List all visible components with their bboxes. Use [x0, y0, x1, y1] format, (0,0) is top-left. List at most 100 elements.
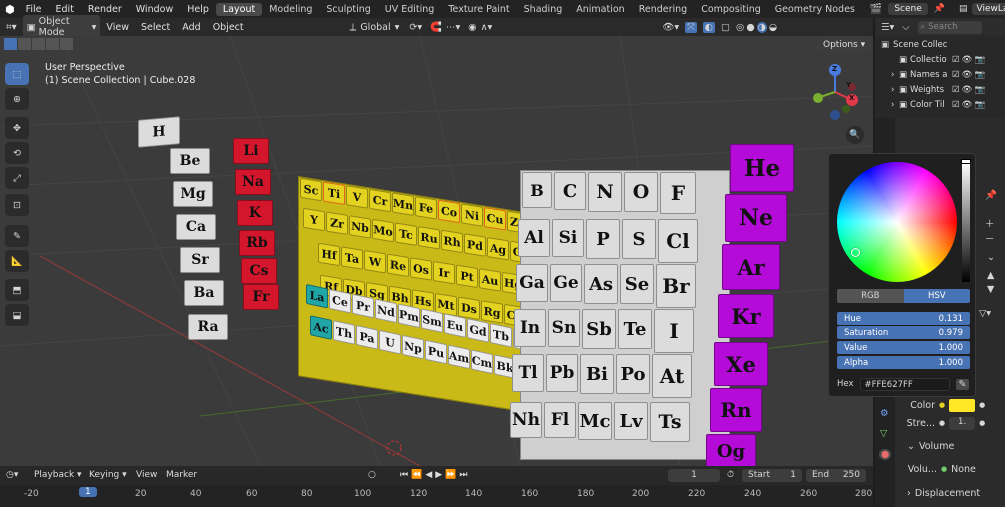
tab-rendering[interactable]: Rendering — [632, 3, 695, 16]
outliner-row-scene[interactable]: ▣ Scene Collec — [875, 38, 1005, 52]
outliner-row-4[interactable]: › ▣ Color Til ☑ 👁 📷 — [875, 98, 1005, 112]
menu-timeline-view[interactable]: View — [136, 470, 157, 480]
menu-select[interactable]: Select — [135, 22, 176, 33]
tab-hsv[interactable]: HSV — [903, 289, 970, 303]
element-ru[interactable]: Ru — [418, 226, 440, 250]
next-keyframe-icon[interactable]: ⏩ — [445, 470, 459, 480]
element-sc[interactable]: Sc — [300, 177, 322, 202]
element-pt[interactable]: Pt — [456, 264, 478, 289]
outliner-row-2[interactable]: › ▣ Names a ☑ 👁 📷 — [875, 68, 1005, 82]
element-ir[interactable]: Ir — [433, 260, 455, 285]
cursor-tool[interactable]: ⊕ — [5, 88, 29, 110]
menu-add[interactable]: Add — [176, 22, 206, 33]
add-object-tool[interactable]: ⬓ — [5, 304, 29, 326]
tab-shading[interactable]: Shading — [517, 3, 570, 16]
annotate-tool[interactable]: ✎ — [5, 225, 29, 247]
element-rh[interactable]: Rh — [441, 229, 463, 254]
add-cube-tool[interactable]: ⬒ — [5, 279, 29, 301]
menu-window[interactable]: Window — [129, 4, 180, 15]
prev-keyframe-icon[interactable]: ⏪ — [411, 470, 425, 480]
element-as[interactable]: As — [584, 264, 618, 304]
tab-uv-editing[interactable]: UV Editing — [378, 3, 442, 16]
orientation-selector[interactable]: Global — [356, 22, 394, 33]
eyedropper-icon[interactable]: ✎ — [955, 378, 970, 390]
move-up-icon[interactable]: ▲ — [987, 270, 994, 281]
strength-field[interactable]: 1. — [949, 416, 976, 430]
select-extend-icon[interactable] — [18, 38, 31, 50]
select-new-icon[interactable] — [4, 38, 17, 50]
element-lv[interactable]: Lv — [614, 402, 648, 440]
element-f[interactable]: F — [660, 172, 696, 214]
hue-field[interactable]: Hue 0.131 — [837, 312, 970, 325]
displacement-section[interactable]: › Displacement — [907, 488, 980, 499]
element-ne[interactable]: Ne — [725, 194, 787, 242]
element-w[interactable]: W — [364, 249, 386, 274]
outliner-search-input[interactable]: ⌕ Search — [917, 20, 982, 34]
element-be[interactable]: Be — [170, 148, 210, 174]
value-slider[interactable] — [962, 162, 970, 282]
eye-icon[interactable]: 👁 — [962, 70, 973, 80]
menu-help[interactable]: Help — [180, 4, 216, 15]
record-icon[interactable]: ○ — [368, 470, 376, 480]
element-nh[interactable]: Nh — [510, 402, 542, 438]
chevron-down-icon[interactable]: ⌄ — [987, 252, 995, 263]
element-sn[interactable]: Sn — [548, 309, 580, 347]
volume-value[interactable]: None — [951, 464, 976, 475]
start-frame-field[interactable]: Start 1 — [742, 469, 802, 482]
element-ag[interactable]: Ag — [487, 237, 509, 261]
menu-render[interactable]: Render — [81, 4, 129, 15]
volume-section[interactable]: ⌄ Volume — [907, 441, 954, 452]
timeline-editor-icon[interactable]: ◷▾ — [6, 470, 18, 480]
decorator-dot-icon[interactable]: ● — [979, 419, 985, 427]
element-c[interactable]: C — [554, 172, 586, 210]
checkbox-icon[interactable]: ☑ — [952, 100, 960, 110]
element-kr[interactable]: Kr — [718, 294, 774, 338]
element-pb[interactable]: Pb — [546, 354, 578, 392]
element-i[interactable]: I — [654, 309, 694, 353]
outliner-row-1[interactable]: ▣ Collectio ☑ 👁 📷 — [875, 53, 1005, 67]
checkbox-icon[interactable]: ☑ — [952, 70, 960, 80]
element-pd[interactable]: Pd — [464, 233, 486, 257]
element-n[interactable]: N — [588, 172, 622, 212]
stopwatch-icon[interactable]: ⏱ — [727, 470, 734, 480]
element-rb[interactable]: Rb — [239, 230, 275, 256]
element-hf[interactable]: Hf — [318, 242, 340, 267]
element-re[interactable]: Re — [387, 253, 409, 278]
color-swatch[interactable] — [949, 398, 976, 412]
checkbox-icon[interactable]: ☑ — [952, 55, 960, 65]
3d-viewport[interactable]: ⬚ ⊕ ✥ ⟲ ⤢ ⊡ ✎ 📐 ⬒ ⬓ User Perspective (1)… — [0, 36, 873, 466]
menu-edit[interactable]: Edit — [49, 4, 81, 15]
add-slot-icon[interactable]: ＋ — [985, 216, 995, 230]
element-br[interactable]: Br — [656, 264, 696, 308]
element-ti[interactable]: Ti — [323, 181, 345, 205]
element-cu[interactable]: Cu — [484, 207, 506, 231]
element-xe[interactable]: Xe — [714, 342, 768, 386]
shading-material-icon[interactable]: ◑ — [756, 21, 767, 33]
editor-type-icon[interactable]: ⌗▾ — [0, 22, 23, 33]
view-layer-icon[interactable]: ▤ — [959, 4, 968, 14]
select-invert-icon[interactable] — [46, 38, 59, 50]
element-rn[interactable]: Rn — [710, 388, 762, 432]
visibility-icon[interactable]: 👁▾ — [662, 22, 679, 33]
element-ge[interactable]: Ge — [550, 264, 582, 302]
element-p[interactable]: P — [586, 219, 620, 259]
element-cr[interactable]: Cr — [369, 188, 391, 213]
element-y[interactable]: Y — [303, 207, 325, 232]
element-sr[interactable]: Sr — [180, 247, 220, 273]
element-o[interactable]: O — [624, 172, 658, 212]
remove-slot-icon[interactable]: － — [985, 231, 995, 245]
element-s[interactable]: S — [622, 219, 656, 259]
element-ni[interactable]: Ni — [461, 203, 483, 227]
move-down-icon[interactable]: ▼ — [987, 284, 994, 295]
color-wheel-cursor[interactable] — [851, 248, 860, 257]
rotate-tool[interactable]: ⟲ — [5, 142, 29, 164]
expand-icon[interactable]: › — [891, 85, 899, 95]
select-subtract-icon[interactable] — [32, 38, 45, 50]
element-ga[interactable]: Ga — [516, 264, 548, 302]
element-cl[interactable]: Cl — [658, 219, 698, 263]
expand-icon[interactable]: › — [891, 100, 899, 110]
element-b[interactable]: B — [522, 172, 552, 208]
element-ts[interactable]: Ts — [650, 402, 690, 442]
scene-icon[interactable]: 🎬 — [870, 4, 882, 15]
camera-icon[interactable]: 📷 — [974, 85, 985, 95]
